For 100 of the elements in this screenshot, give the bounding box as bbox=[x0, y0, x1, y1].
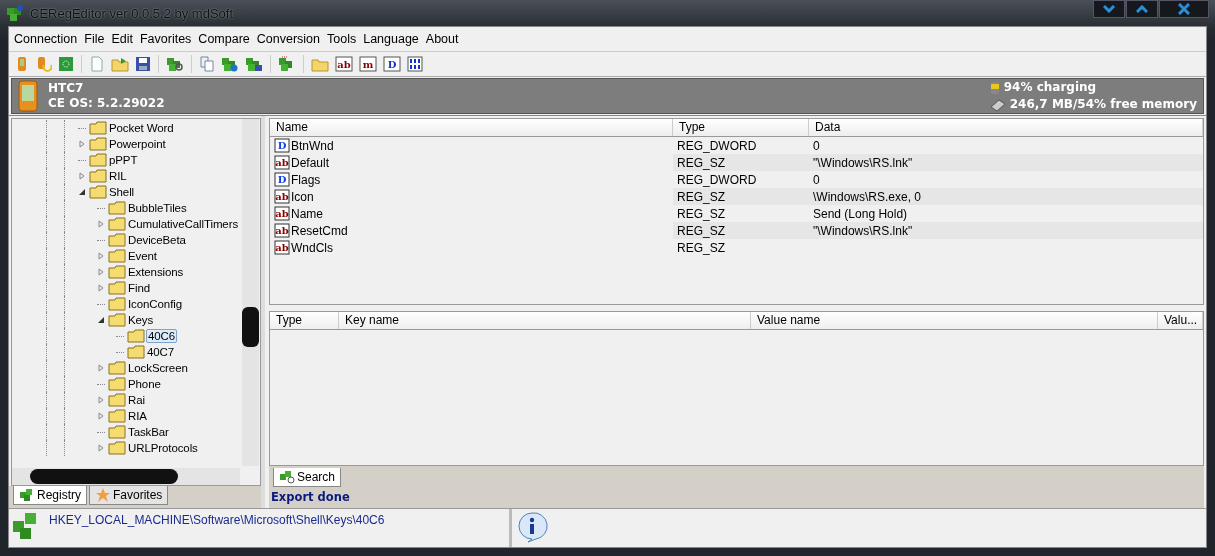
expand-arrow-icon[interactable] bbox=[97, 284, 105, 292]
value-data: 0 bbox=[813, 172, 820, 187]
letter-icon-button[interactable]: ab bbox=[334, 56, 354, 72]
value-name[interactable]: Name bbox=[291, 206, 323, 221]
letter-icon-button[interactable]: D bbox=[382, 56, 402, 72]
menu-item[interactable]: About bbox=[425, 32, 459, 46]
string-value-icon: ab bbox=[274, 206, 290, 221]
tree-item[interactable]: URLProtocols bbox=[127, 442, 199, 454]
folder-button[interactable] bbox=[310, 56, 330, 72]
cubes-disk-button[interactable] bbox=[244, 56, 264, 72]
copy-button[interactable] bbox=[198, 56, 216, 72]
tree-item[interactable]: IconConfig bbox=[127, 298, 183, 310]
menu-item[interactable]: Connection bbox=[14, 32, 78, 46]
value-name[interactable]: ResetCmd bbox=[291, 223, 348, 238]
expand-arrow-icon[interactable] bbox=[97, 252, 105, 260]
collapse-arrow-icon[interactable] bbox=[97, 316, 105, 324]
tree-item[interactable]: BubbleTiles bbox=[127, 202, 188, 214]
expand-arrow-icon[interactable] bbox=[97, 444, 105, 452]
column-header[interactable]: Value name bbox=[751, 312, 1158, 329]
menu-item[interactable]: Conversion bbox=[256, 32, 320, 46]
column-header[interactable]: Valu... bbox=[1158, 312, 1203, 329]
maximize-button[interactable] bbox=[1126, 0, 1158, 18]
tree-item[interactable]: DeviceBeta bbox=[127, 234, 187, 246]
column-header[interactable]: Name bbox=[270, 119, 673, 136]
string-value-icon: ab bbox=[274, 240, 290, 255]
folder-icon bbox=[108, 233, 126, 247]
cubes-icon bbox=[19, 488, 35, 502]
tree-item[interactable]: RIA bbox=[127, 410, 148, 422]
menu-item[interactable]: Language bbox=[363, 32, 419, 46]
folder-icon bbox=[108, 217, 126, 231]
value-type: REG_SZ bbox=[677, 240, 725, 255]
tree-item[interactable]: LockScreen bbox=[127, 362, 189, 374]
value-name[interactable]: BtnWnd bbox=[291, 138, 334, 153]
expand-arrow-icon[interactable] bbox=[97, 364, 105, 372]
tree-item[interactable]: CumulativeCallTimers bbox=[127, 218, 240, 230]
binary-button[interactable] bbox=[406, 56, 424, 72]
new-button[interactable] bbox=[88, 56, 106, 72]
column-header[interactable]: Key name bbox=[339, 312, 751, 329]
cubes-search-button[interactable] bbox=[165, 56, 185, 72]
value-data: Send (Long Hold) bbox=[813, 206, 908, 221]
tree-item[interactable]: Rai bbox=[127, 394, 146, 406]
tree-item[interactable]: TaskBar bbox=[127, 426, 170, 438]
menu-item[interactable]: Favorites bbox=[139, 32, 192, 46]
memory-chip-icon bbox=[989, 98, 1006, 111]
menu-item[interactable]: Tools bbox=[327, 32, 357, 46]
tree-item[interactable]: 40C7 bbox=[146, 346, 176, 358]
folder-icon bbox=[127, 345, 145, 359]
close-button[interactable] bbox=[1159, 0, 1209, 18]
column-header[interactable]: Type bbox=[270, 312, 339, 329]
folder-icon bbox=[108, 297, 126, 311]
value-name[interactable]: Flags bbox=[291, 172, 321, 187]
menu-item[interactable]: File bbox=[84, 32, 105, 46]
search-tab[interactable]: Search bbox=[273, 468, 342, 487]
expand-arrow-icon[interactable] bbox=[97, 412, 105, 420]
tree-item[interactable]: Extensions bbox=[127, 266, 185, 278]
column-header[interactable]: Data bbox=[809, 119, 1203, 136]
tree-item[interactable]: 40C6 bbox=[146, 329, 178, 343]
expand-arrow-icon[interactable] bbox=[97, 220, 105, 228]
minimize-button[interactable] bbox=[1093, 0, 1125, 18]
tree-item[interactable]: Phone bbox=[127, 378, 162, 390]
expand-arrow-icon[interactable] bbox=[97, 268, 105, 276]
save-button[interactable] bbox=[134, 56, 152, 72]
value-data: "\Windows\RS.lnk" bbox=[813, 223, 913, 238]
expand-arrow-icon[interactable] bbox=[78, 172, 86, 180]
battery-status: 94% charging bbox=[1003, 79, 1097, 96]
folder-icon bbox=[108, 281, 126, 295]
value-type: REG_SZ bbox=[677, 189, 725, 204]
menu-item[interactable]: Edit bbox=[111, 32, 133, 46]
collapse-arrow-icon[interactable] bbox=[78, 188, 86, 196]
cubes-search-icon bbox=[279, 470, 295, 484]
value-name[interactable]: Icon bbox=[291, 189, 314, 204]
os-version: CE OS: 5.2.29022 bbox=[48, 96, 165, 111]
expand-arrow-icon[interactable] bbox=[97, 396, 105, 404]
close-icon bbox=[1178, 3, 1190, 15]
horizontal-scrollbar[interactable] bbox=[12, 468, 240, 485]
tree-item[interactable]: Keys bbox=[127, 314, 155, 326]
letter-icon-button[interactable]: m bbox=[358, 56, 378, 72]
tree-item[interactable]: RIL bbox=[108, 170, 128, 182]
panel-tab[interactable]: Registry bbox=[13, 486, 87, 505]
tree-item[interactable]: Pocket Word bbox=[108, 122, 175, 134]
column-header[interactable]: Type bbox=[673, 119, 809, 136]
expand-arrow-icon[interactable] bbox=[78, 140, 86, 148]
tree-item[interactable]: Shell bbox=[108, 186, 136, 198]
tree-item[interactable]: Event bbox=[127, 250, 158, 262]
tree-item[interactable]: Find bbox=[127, 282, 151, 294]
open-button[interactable] bbox=[110, 56, 130, 72]
tree-item[interactable]: pPPT bbox=[108, 154, 139, 166]
menu-item[interactable]: Compare bbox=[198, 32, 250, 46]
value-name[interactable]: WndCls bbox=[291, 240, 333, 255]
dword-value-icon: D bbox=[274, 138, 290, 153]
tree-item[interactable]: Powerpoint bbox=[108, 138, 167, 150]
vertical-scrollbar[interactable] bbox=[242, 119, 259, 466]
cubes-arrow-button[interactable] bbox=[220, 56, 240, 72]
panel-tab[interactable]: Favorites bbox=[89, 486, 169, 505]
value-data: \Windows\RS.exe, 0 bbox=[813, 189, 922, 204]
folder-icon bbox=[127, 329, 145, 343]
folder-icon bbox=[108, 249, 126, 263]
dotted-square-button[interactable] bbox=[57, 56, 75, 72]
sync-button[interactable] bbox=[35, 56, 53, 72]
value-name[interactable]: Default bbox=[291, 155, 330, 170]
